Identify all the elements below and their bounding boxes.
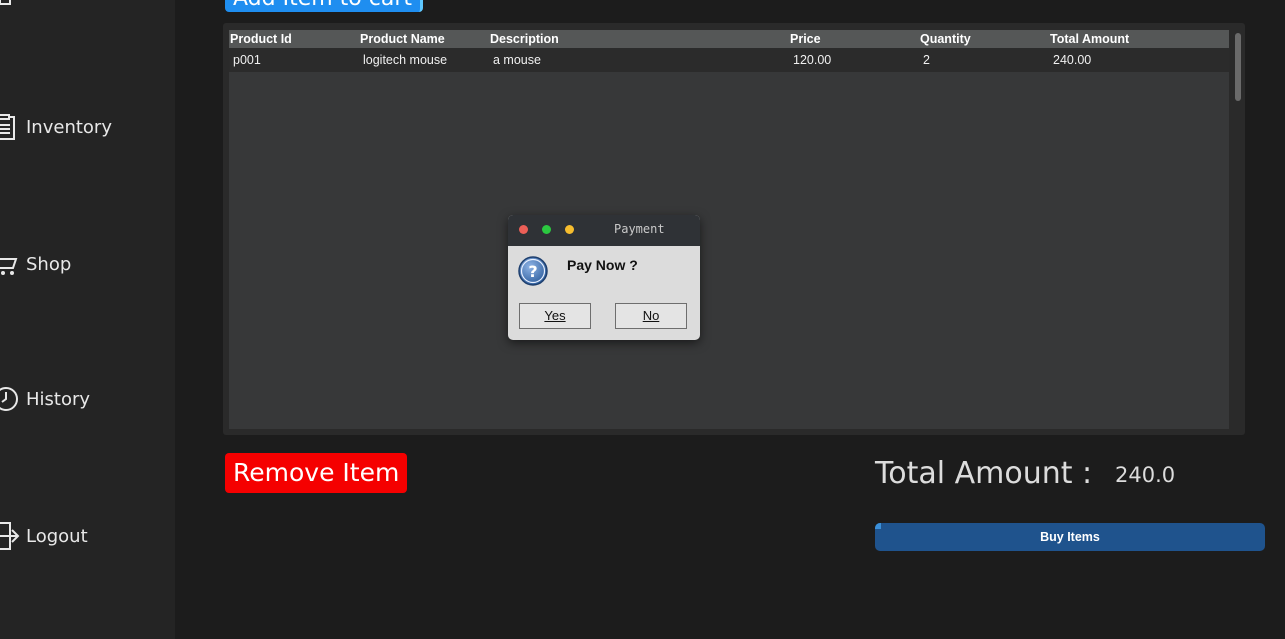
table-cell: 240.00 (1053, 53, 1092, 67)
svg-text:?: ? (528, 262, 537, 281)
yes-button[interactable]: Yes (519, 303, 591, 329)
sidebar-item-label: History (26, 388, 91, 410)
total-amount-label: Total Amount : (875, 456, 1093, 491)
add-item-to-cart-button[interactable]: Add Item to cart (225, 0, 423, 12)
yes-button-label: Yes (544, 308, 566, 323)
dialog-title: Payment (614, 222, 665, 236)
sidebar-item-logout[interactable]: Logout (0, 521, 88, 551)
buy-items-label: Buy Items (1040, 530, 1100, 544)
column-header[interactable]: Price (790, 30, 821, 48)
table-cell: a mouse (493, 53, 541, 67)
column-header[interactable]: Product Name (360, 30, 445, 48)
total-amount-value: 240.0 (1115, 463, 1176, 487)
no-button-label: No (642, 308, 660, 323)
table-row[interactable]: p001 logitech mouse a mouse 120.00 2 240… (229, 48, 1229, 72)
maximize-window-icon[interactable] (542, 225, 551, 234)
table-scrollbar[interactable] (1232, 31, 1244, 429)
table-cell: 2 (923, 53, 930, 67)
sidebar: Inventory Shop History Logout (0, 0, 175, 639)
no-button[interactable]: No (615, 303, 687, 329)
sidebar-item-history[interactable]: History (0, 386, 90, 412)
table-cell: logitech mouse (363, 53, 448, 67)
logout-icon (0, 522, 20, 550)
sidebar-item-inventory[interactable]: Inventory (0, 114, 112, 140)
question-icon: ? (518, 256, 548, 286)
minimize-window-icon[interactable] (565, 225, 574, 234)
cart-icon (0, 258, 18, 275)
remove-item-button[interactable]: Remove Item (225, 453, 408, 493)
dialog-titlebar[interactable]: Payment (508, 215, 700, 246)
sidebar-item-label: Logout (26, 525, 88, 547)
column-header[interactable]: Total Amount (1050, 30, 1129, 48)
table-cell: p001 (233, 53, 261, 67)
scrollbar-thumb[interactable] (1235, 33, 1241, 101)
partial-top-icon (0, 0, 11, 5)
payment-dialog: Payment ? Pay Now ? Yes No (508, 215, 700, 340)
dialog-message: Pay Now ? (567, 257, 638, 273)
cart-table-frame: Product Id Product Name Description Pric… (223, 23, 1245, 435)
column-header[interactable]: Quantity (920, 30, 971, 48)
buy-items-button[interactable]: Buy Items (875, 523, 1265, 551)
table-header: Product Id Product Name Description Pric… (229, 30, 1229, 48)
clipboard-icon (0, 114, 15, 140)
sidebar-item-label: Shop (26, 253, 72, 275)
column-header[interactable]: Description (490, 30, 559, 48)
clock-icon (0, 387, 18, 411)
sidebar-item-shop[interactable]: Shop (0, 251, 71, 277)
table-cell: 120.00 (793, 53, 832, 67)
column-header[interactable]: Product Id (230, 30, 292, 48)
cart-table: Product Id Product Name Description Pric… (229, 30, 1229, 429)
sidebar-item-label: Inventory (26, 116, 112, 138)
close-window-icon[interactable] (519, 225, 528, 234)
